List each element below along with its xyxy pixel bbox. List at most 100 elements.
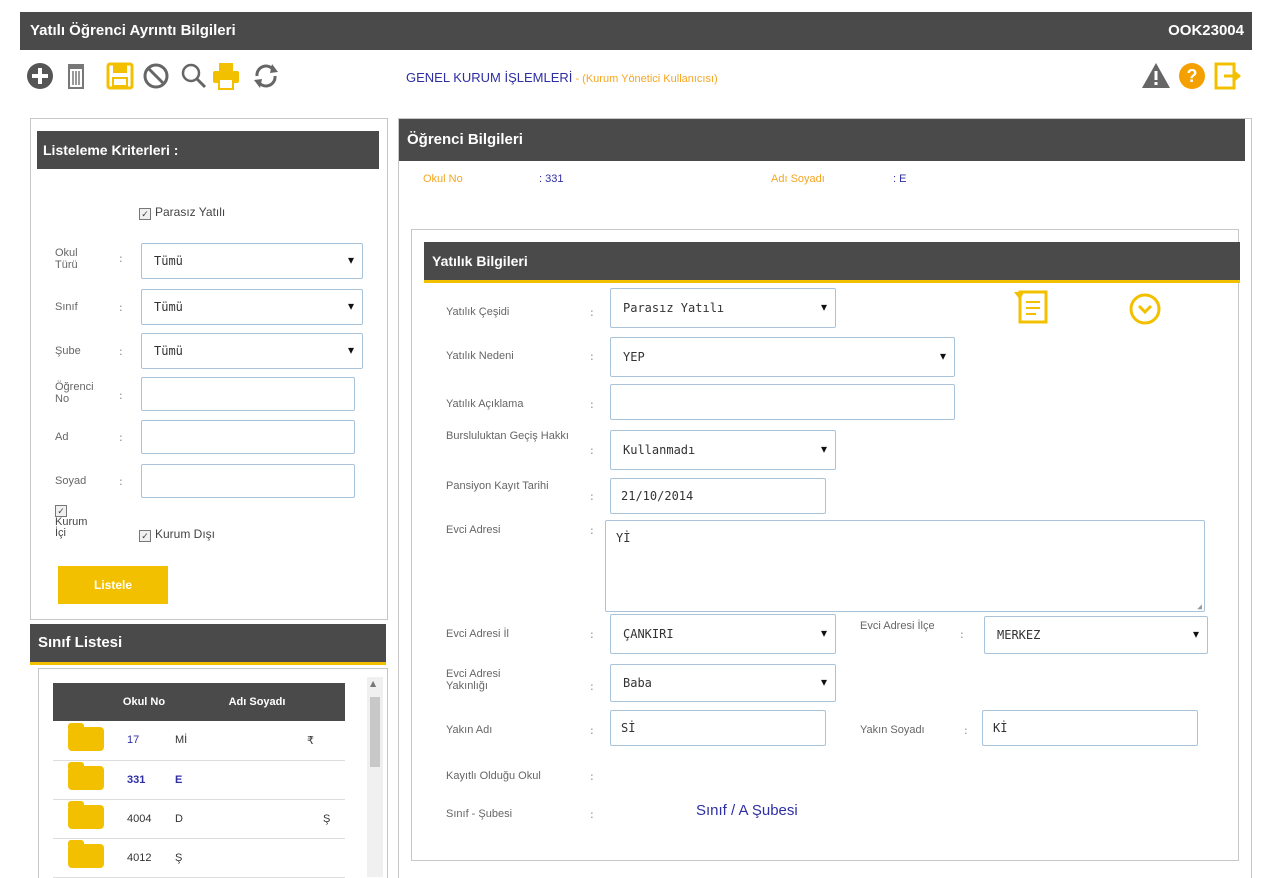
- row-okul-no: 17: [119, 721, 169, 761]
- sinif-select[interactable]: Tümü ▼: [141, 289, 363, 325]
- ogrenci-no-input[interactable]: [141, 377, 355, 411]
- dropdown-arrow-icon: ▼: [820, 628, 827, 640]
- document-edit-icon[interactable]: [1012, 288, 1054, 326]
- yatilik-aciklama-input[interactable]: [610, 384, 955, 420]
- table-row[interactable]: 17 Mİ ₹: [53, 721, 345, 761]
- yakin-adi-label: Yakın Adı: [446, 724, 493, 736]
- breadcrumb: GENEL KURUM İŞLEMLERİ - (Kurum Yönetici …: [406, 70, 718, 85]
- okul-no-label: Okul No: [423, 173, 463, 185]
- row-okul-no: 4012: [119, 838, 169, 878]
- yakin-soyadi-input[interactable]: Kİ: [982, 710, 1198, 746]
- listele-button[interactable]: Listele: [58, 566, 168, 604]
- class-list-table: Okul No Adı Soyadı 17 Mİ₹ 331 E 4004 DŞ: [53, 683, 345, 878]
- breadcrumb-main[interactable]: GENEL KURUM İŞLEMLERİ: [406, 70, 572, 85]
- yatilik-aciklama-label: Yatılık Açıklama: [446, 398, 524, 410]
- criteria-panel: Listeleme Kriterleri : ✓ Parasız Yatılı O…: [30, 118, 388, 620]
- soyad-input[interactable]: [141, 464, 355, 498]
- class-list-panel: Okul No Adı Soyadı 17 Mİ₹ 331 E 4004 DŞ: [38, 668, 388, 878]
- col-header-okul-no[interactable]: Okul No: [119, 683, 169, 721]
- yatilik-accent: [424, 280, 1240, 283]
- evci-il-select[interactable]: ÇANKIRI ▼: [610, 614, 836, 654]
- dropdown-arrow-icon: ▼: [347, 255, 354, 267]
- folder-icon[interactable]: [68, 801, 104, 829]
- yatilik-cesidi-select[interactable]: Parasız Yatılı ▼: [610, 288, 836, 328]
- yatilik-nedeni-label: Yatılık Nedeni: [446, 350, 514, 362]
- yakinligi-label: Evci Adresi Yakınlığı: [446, 668, 501, 692]
- okul-no-value: : 331: [539, 173, 564, 185]
- row-name: Ş: [169, 838, 345, 878]
- save-icon[interactable]: [104, 60, 136, 92]
- screen-code: OOK23004: [1168, 22, 1244, 39]
- dropdown-arrow-icon: ▼: [347, 301, 354, 313]
- class-list-scrollbar[interactable]: ▲: [367, 677, 383, 877]
- row-okul-no: 4004: [119, 799, 169, 839]
- table-row[interactable]: 4012 Ş: [53, 838, 345, 878]
- cancel-icon[interactable]: [140, 60, 172, 92]
- class-list-title: Sınıf Listesi: [30, 624, 386, 662]
- sube-label: Şube: [55, 345, 81, 357]
- yakin-adi-input[interactable]: Sİ: [610, 710, 826, 746]
- sinif-subesi-label: Sınıf - Şubesi: [446, 808, 513, 820]
- ogrenci-no-label: Öğrenci No: [55, 381, 94, 405]
- svg-text:?: ?: [1187, 66, 1198, 86]
- search-icon[interactable]: [178, 60, 210, 92]
- add-icon[interactable]: [24, 60, 56, 92]
- dropdown-arrow-icon: ▼: [820, 302, 827, 314]
- evci-ilce-select[interactable]: MERKEZ ▼: [984, 616, 1208, 654]
- refresh-icon[interactable]: [250, 60, 282, 92]
- pansiyon-kayit-label: Pansiyon Kayıt Tarihi: [446, 480, 549, 492]
- window-title: Yatılı Öğrenci Ayrıntı Bilgileri: [30, 22, 236, 39]
- warning-icon[interactable]: [1140, 60, 1172, 92]
- yatilik-nedeni-select[interactable]: YEP ▼: [610, 337, 955, 377]
- kurum-disi-checkbox[interactable]: ✓ Kurum Dışı: [139, 527, 215, 542]
- expand-circle-icon[interactable]: [1128, 292, 1162, 326]
- okul-turu-select[interactable]: Tümü ▼: [141, 243, 363, 279]
- class-list-accent: [30, 662, 386, 665]
- sube-select[interactable]: Tümü ▼: [141, 333, 363, 369]
- folder-icon[interactable]: [68, 840, 104, 868]
- breadcrumb-user-role: - (Kurum Yönetici Kullanıcısı): [572, 73, 718, 85]
- print-icon[interactable]: [210, 60, 242, 92]
- yatilik-cesidi-label: Yatılık Çeşidi: [446, 306, 510, 318]
- pansiyon-kayit-input[interactable]: 21/10/2014: [610, 478, 826, 514]
- kayitli-okul-label: Kayıtlı Olduğu Okul: [446, 770, 541, 782]
- bursluluk-label: Bursluluktan Geçiş Hakkı: [446, 430, 569, 442]
- yakinligi-select[interactable]: Baba ▼: [610, 664, 836, 702]
- adi-soyadi-label: Adı Soyadı: [771, 173, 825, 185]
- sinif-subesi-value: Sınıf / A Şubesi: [696, 802, 798, 819]
- folder-icon[interactable]: [68, 722, 104, 751]
- adi-soyadi-value: : E: [893, 173, 907, 185]
- evci-adresi-label: Evci Adresi: [446, 524, 501, 536]
- row-name: E: [169, 760, 345, 800]
- row-okul-no: 331: [119, 760, 169, 800]
- dropdown-arrow-icon: ▼: [939, 351, 946, 363]
- evci-adresi-textarea[interactable]: Yİ ◢: [605, 520, 1205, 612]
- col-header-adi-soyadi[interactable]: Adı Soyadı: [169, 683, 345, 721]
- window-title-bar: Yatılı Öğrenci Ayrıntı Bilgileri OOK2300…: [20, 12, 1252, 50]
- col-header-icon: [53, 683, 119, 721]
- table-row[interactable]: 331 E: [53, 760, 345, 800]
- scroll-up-icon[interactable]: ▲: [370, 679, 376, 688]
- kurum-ici-checkbox[interactable]: ✓ Kurum İçi: [55, 505, 95, 539]
- dropdown-arrow-icon: ▼: [820, 444, 827, 456]
- dropdown-arrow-icon: ▼: [347, 345, 354, 357]
- toolbar: GENEL KURUM İŞLEMLERİ - (Kurum Yönetici …: [20, 52, 1252, 104]
- row-name: Mİ ₹: [169, 721, 345, 761]
- yatilik-panel-title: Yatılık Bilgileri: [424, 242, 1240, 280]
- table-row[interactable]: 4004 DŞ: [53, 799, 345, 839]
- dropdown-arrow-icon: ▼: [820, 677, 827, 689]
- scrollbar-thumb[interactable]: [370, 697, 380, 767]
- help-icon[interactable]: ?: [1176, 60, 1208, 92]
- student-panel-title: Öğrenci Bilgileri: [399, 119, 1245, 161]
- soyad-label: Soyad: [55, 475, 87, 487]
- parasiz-yatili-checkbox[interactable]: ✓ Parasız Yatılı: [139, 205, 225, 220]
- exit-icon[interactable]: [1212, 60, 1244, 92]
- resize-handle-icon[interactable]: ◢: [1197, 602, 1202, 611]
- folder-icon[interactable]: [68, 762, 104, 790]
- delete-icon[interactable]: [60, 60, 92, 92]
- bursluluk-select[interactable]: Kullanmadı ▼: [610, 430, 836, 470]
- row-name: DŞ: [169, 799, 345, 839]
- evci-il-label: Evci Adresi İl: [446, 628, 509, 640]
- ad-input[interactable]: [141, 420, 355, 454]
- yakin-soyadi-label: Yakın Soyadı: [860, 724, 925, 736]
